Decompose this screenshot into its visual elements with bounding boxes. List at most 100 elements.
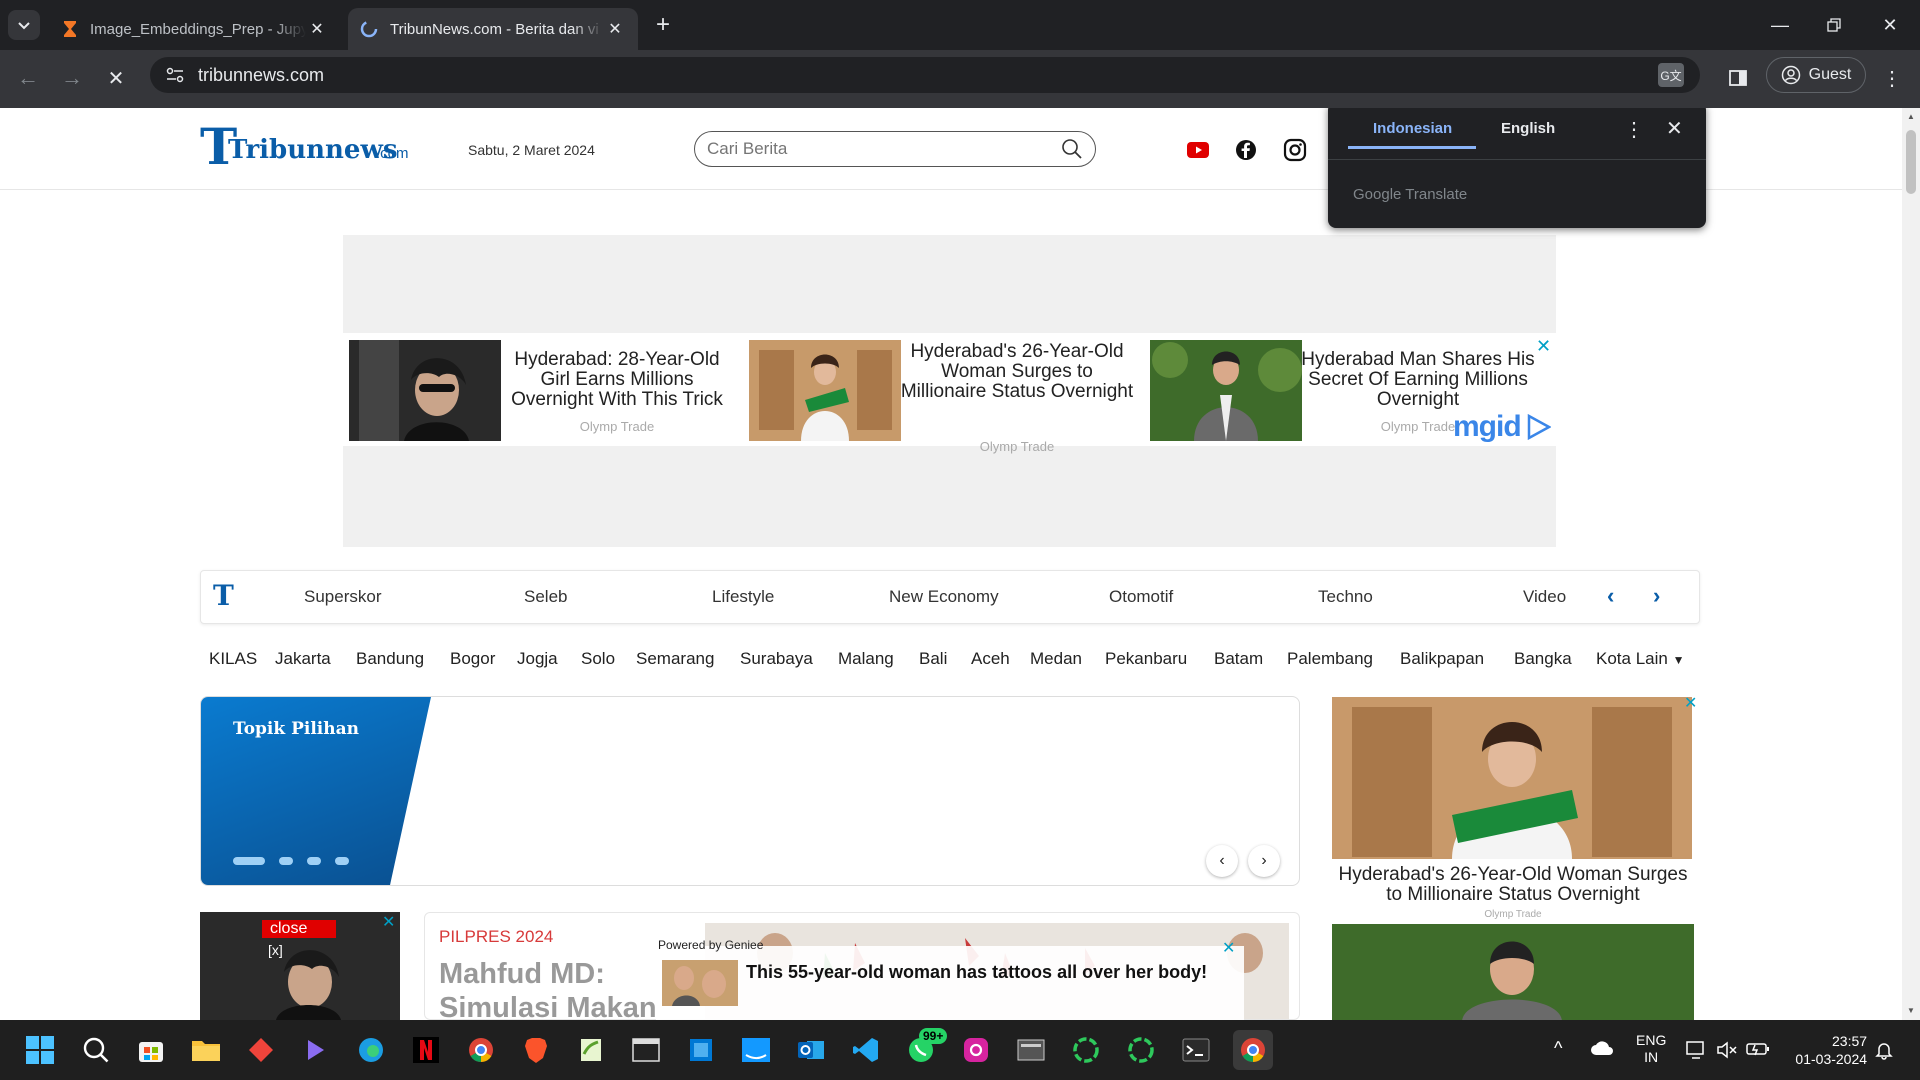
facebook-icon[interactable] [1234,138,1258,162]
chrome-active-icon[interactable] [1233,1030,1273,1070]
side-panel-button[interactable] [1722,62,1754,94]
outlook-icon[interactable] [793,1032,829,1068]
network-icon[interactable] [1686,1040,1708,1063]
nav-item[interactable]: Techno [1318,587,1373,607]
whatsapp-icon[interactable]: 99+ [903,1028,948,1068]
tab-jupyter[interactable]: Image_Embeddings_Prep - Jupyter ✕ [50,8,340,50]
search-input[interactable] [707,139,1061,159]
side-ad[interactable]: ✕ Hyderabad's 26-Year-Old Woman Surges t… [1332,695,1697,1020]
region-item[interactable]: Semarang [636,649,714,669]
region-item[interactable]: Bogor [450,649,495,669]
tribunnews-logo[interactable]: T Tribunnews .com [200,117,410,176]
start-button[interactable] [22,1032,58,1068]
dot[interactable] [335,857,349,865]
volume-muted-icon[interactable] [1716,1040,1738,1063]
ad-card[interactable]: Hyderabad's 26-Year-Old Woman Surges to … [749,340,1149,454]
copilot-icon[interactable] [298,1032,334,1068]
netflix-icon[interactable] [408,1032,444,1068]
region-item[interactable]: Pekanbaru [1105,649,1187,669]
nav-item[interactable]: Video [1523,587,1566,607]
file-explorer-icon[interactable] [188,1032,224,1068]
region-more-dropdown[interactable]: Kota Lain ▼ [1596,649,1684,669]
progress-app-icon-2[interactable] [1123,1032,1159,1068]
close-window-button[interactable]: ✕ [1870,10,1910,40]
search-taskbar-button[interactable] [78,1032,114,1068]
dot-active[interactable] [233,857,265,865]
battery-icon[interactable] [1746,1040,1770,1061]
scroll-down-arrow-icon[interactable]: ▼ [1907,1006,1915,1015]
search-box[interactable] [694,131,1096,167]
vscode-icon[interactable] [848,1032,884,1068]
chevron-up-icon[interactable]: ^ [1554,1038,1562,1059]
region-item[interactable]: Bali [919,649,947,669]
microsoft-store-icon[interactable] [133,1032,169,1068]
instagram-icon[interactable] [1283,138,1307,162]
vertical-scrollbar[interactable]: ▲ ▼ [1902,108,1920,1020]
prime-video-icon[interactable] [738,1032,774,1068]
notification-bell-icon[interactable] [1874,1040,1894,1063]
close-icon[interactable]: ✕ [1222,938,1235,958]
chevron-left-icon[interactable]: ‹ [1607,583,1614,609]
mgid-badge[interactable]: mgid [1453,410,1551,444]
region-item[interactable]: Jogja [517,649,558,669]
ad-card[interactable]: Hyderabad: 28-Year-Old Girl Earns Millio… [349,340,749,444]
site-info-icon[interactable] [164,64,186,86]
region-item[interactable]: Malang [838,649,894,669]
more-options-icon[interactable]: ⋮ [1624,117,1644,142]
region-item[interactable]: KILAS [209,649,257,669]
tab-search-button[interactable] [8,10,40,40]
back-button[interactable]: ← [12,62,44,94]
chrome-icon[interactable] [463,1032,499,1068]
language-indicator[interactable]: ENG IN [1636,1032,1666,1066]
region-item[interactable]: Balikpapan [1400,649,1484,669]
forward-button[interactable]: → [56,62,88,94]
news-headline[interactable]: Mahfud MD: Simulasi Makan [439,957,689,1019]
target-language-tab[interactable]: English [1501,120,1555,137]
tab-tribunnews[interactable]: TribunNews.com - Berita dan vi ✕ [348,8,638,50]
tribun-t-logo[interactable]: T [213,579,234,612]
close-icon[interactable]: ✕ [1684,693,1697,713]
region-item[interactable]: Batam [1214,649,1263,669]
clock[interactable]: 23:57 01-03-2024 [1786,1032,1867,1068]
region-item[interactable]: Bandung [356,649,424,669]
region-item[interactable]: Aceh [971,649,1010,669]
ad-close-button[interactable]: close [262,920,336,938]
windows-terminal-icon[interactable] [1178,1032,1214,1068]
translate-icon[interactable]: G文 [1658,63,1684,87]
region-item[interactable]: Surabaya [740,649,813,669]
menu-button[interactable]: ⋮ [1876,62,1908,94]
scrollbar-thumb[interactable] [1906,130,1916,194]
nav-item[interactable]: Seleb [524,587,567,607]
onedrive-icon[interactable] [1590,1040,1614,1059]
news-tag[interactable]: PILPRES 2024 [439,927,553,947]
ad-close-x[interactable]: [x] [268,942,283,958]
store-app-icon[interactable] [683,1032,719,1068]
new-tab-button[interactable]: + [648,10,678,40]
nav-item[interactable]: New Economy [889,587,999,607]
edge-icon[interactable] [353,1032,389,1068]
close-icon[interactable]: ✕ [604,18,626,40]
carousel-prev-button[interactable]: ‹ [1206,845,1238,877]
geniee-ad[interactable]: Powered by Geniee ✕ This 55-year-old wom… [656,938,1244,1020]
stop-loading-button[interactable]: ✕ [100,62,132,94]
ad-close-icon[interactable]: ✕ [1536,336,1551,357]
region-item[interactable]: Bangka [1514,649,1572,669]
search-icon[interactable] [1061,138,1083,160]
terminal-app-icon[interactable] [628,1032,664,1068]
dot[interactable] [279,857,293,865]
dot[interactable] [307,857,321,865]
region-item[interactable]: Palembang [1287,649,1373,669]
minimize-button[interactable]: — [1760,10,1800,40]
source-language-tab[interactable]: Indonesian [1373,120,1452,137]
close-icon[interactable]: ✕ [306,18,328,40]
close-icon[interactable]: ✕ [382,912,395,932]
progress-app-icon[interactable] [1068,1032,1104,1068]
region-item[interactable]: Medan [1030,649,1082,669]
instagram-app-icon[interactable] [958,1032,994,1068]
anydesk-icon[interactable] [243,1032,279,1068]
region-item[interactable]: Solo [581,649,615,669]
small-ad[interactable]: close [x] ✕ [200,912,400,1020]
profile-button[interactable]: Guest [1766,57,1866,93]
nav-item[interactable]: Otomotif [1109,587,1173,607]
scroll-up-arrow-icon[interactable]: ▲ [1907,112,1915,121]
